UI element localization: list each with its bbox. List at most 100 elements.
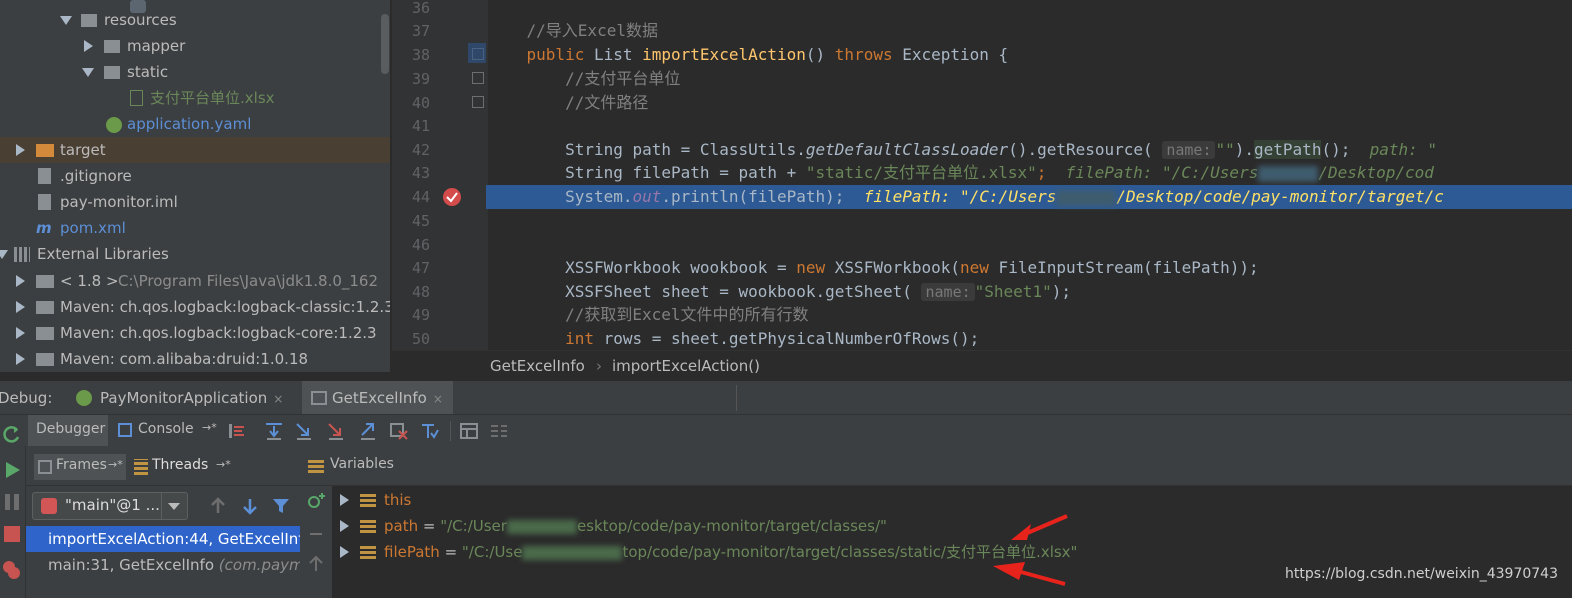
tab-pay-monitor-application[interactable]: PayMonitorApplication × — [70, 381, 293, 415]
keyword: new — [796, 258, 826, 277]
collapse-arrow-icon[interactable] — [16, 301, 25, 313]
close-icon[interactable]: × — [433, 392, 443, 406]
tree-item-application-yaml[interactable]: application.yaml — [0, 111, 390, 137]
tree-item-library[interactable]: Maven: com.alibaba:druid:1.0.18 — [0, 346, 390, 372]
drop-frame-icon[interactable] — [389, 421, 409, 441]
folder-icon — [104, 40, 120, 53]
line-number: 49 — [411, 306, 430, 324]
thread-selector[interactable]: "main"@1 ... — [32, 492, 188, 520]
frame-label: importExcelAction:44, GetExcelInfo — [48, 530, 300, 548]
move-up-icon[interactable] — [306, 554, 326, 574]
step-out-icon[interactable] — [358, 421, 378, 441]
rerun-icon[interactable] — [2, 424, 22, 444]
close-icon[interactable]: × — [273, 392, 283, 406]
tree-item-static[interactable]: static — [0, 59, 390, 85]
frame-label: main:31, GetExcelInfo — [48, 556, 215, 574]
tree-item-iml[interactable]: pay-monitor.iml — [0, 189, 390, 215]
variable-value: "/C:/Use — [461, 543, 523, 561]
tree-item-target[interactable]: target — [0, 137, 390, 163]
pin-icon: →* — [216, 458, 231, 471]
tree-item-library[interactable]: Maven: ch.qos.logback:logback-core:1.2.3 — [0, 320, 390, 346]
expand-arrow-icon[interactable] — [60, 16, 72, 25]
frames-icon — [38, 460, 52, 474]
line-number: 45 — [411, 212, 430, 230]
code-line-39: //支付平台单位 — [488, 67, 1572, 91]
code-line-38: public List importExcelAction() throws E… — [488, 43, 1572, 67]
expand-arrow-icon[interactable] — [340, 494, 349, 506]
resume-icon[interactable] — [2, 460, 22, 480]
tree-item-resources[interactable]: resources — [0, 7, 390, 33]
redacted-blur — [1056, 189, 1117, 206]
trace-icon[interactable] — [489, 421, 509, 441]
spring-boot-icon — [76, 390, 92, 406]
arrow-up-icon[interactable] — [208, 496, 228, 516]
collapse-arrow-icon[interactable] — [16, 327, 25, 339]
collapse-arrow-icon[interactable] — [84, 40, 93, 52]
code-editor[interactable]: //导入Excel数据 public List importExcelActio… — [488, 0, 1572, 350]
tree-item-external-libraries[interactable]: External Libraries — [0, 241, 390, 267]
step-into-icon[interactable] — [294, 421, 314, 441]
expand-arrow-icon[interactable] — [0, 250, 8, 259]
debug-marker — [468, 43, 486, 63]
expand-arrow-icon[interactable] — [340, 546, 349, 558]
evaluate-expression-icon[interactable] — [459, 421, 479, 441]
code-comment: //获取到Excel文件中的所有行数 — [565, 305, 809, 324]
code-line-48: XSSFSheet sheet = wookbook.getSheet( nam… — [488, 280, 1572, 304]
tree-item-jdk[interactable]: < 1.8 > C:\Program Files\Java\jdk1.8.0_1… — [0, 268, 390, 294]
force-step-into-icon[interactable] — [326, 421, 346, 441]
panel-title: Variables — [330, 456, 394, 472]
pause-icon[interactable] — [2, 492, 22, 512]
folder-icon — [81, 14, 97, 27]
tree-item-gitignore[interactable]: .gitignore — [0, 163, 390, 189]
breakpoint-icon[interactable] — [443, 188, 461, 206]
frame-item[interactable]: importExcelAction:44, GetExcelInfo — [26, 526, 300, 552]
stop-icon[interactable] — [2, 524, 22, 544]
field-icon — [360, 494, 376, 507]
code-text: ; — [1036, 163, 1047, 182]
arrow-down-icon[interactable] — [240, 496, 260, 516]
show-execution-point-icon[interactable] — [226, 421, 246, 441]
collapse-arrow-icon[interactable] — [16, 275, 25, 287]
thread-selected-value: "main"@1 ... — [65, 496, 160, 514]
new-watch-icon[interactable] — [306, 492, 326, 512]
equals-sign: = — [418, 517, 441, 535]
annotation-arrows — [993, 514, 1068, 586]
app-icon — [311, 391, 327, 405]
frame-item[interactable]: main:31, GetExcelInfo (com.payme — [26, 552, 300, 578]
jdk-icon — [36, 275, 54, 288]
tree-item-mapper[interactable]: mapper — [0, 33, 390, 59]
tree-item-pom[interactable]: m pom.xml — [0, 215, 390, 241]
inline-value-hint: filePath: "/C:/Users — [863, 187, 1057, 206]
tab-console[interactable]: Console →* — [112, 415, 222, 446]
tab-get-excel-info[interactable]: GetExcelInfo × — [302, 381, 453, 415]
collapse-arrow-icon[interactable] — [16, 353, 25, 365]
code-text: String path = ClassUtils. — [565, 140, 806, 159]
fold-marker-icon[interactable] — [472, 72, 484, 84]
tab-frames[interactable]: Frames →* — [34, 454, 126, 480]
expand-arrow-icon[interactable] — [82, 68, 94, 77]
tab-label: Threads — [152, 457, 209, 473]
tree-item-label: pom.xml — [60, 219, 126, 237]
line-number: 46 — [411, 236, 430, 254]
filter-icon[interactable] — [271, 496, 291, 516]
breadcrumb-method[interactable]: importExcelAction() — [612, 351, 760, 381]
view-breakpoints-icon[interactable] — [2, 560, 22, 580]
collapse-arrow-icon[interactable] — [16, 144, 25, 156]
tree-item-xlsx[interactable]: 支付平台单位.xlsx — [0, 85, 390, 111]
code-text: String filePath = path + — [565, 163, 806, 182]
project-scrollbar[interactable] — [381, 14, 389, 74]
run-to-cursor-icon[interactable] — [420, 421, 440, 441]
variables-side-toolbar — [300, 486, 332, 598]
step-over-icon[interactable] — [264, 421, 284, 441]
fold-marker-icon[interactable] — [472, 96, 484, 108]
tree-item-library[interactable]: Maven: ch.qos.logback:logback-classic:1.… — [0, 294, 390, 320]
line-number: 41 — [411, 117, 430, 135]
debug-label: Debug: — [0, 389, 53, 407]
tab-threads[interactable]: Threads →* — [132, 454, 231, 480]
breadcrumb-class[interactable]: GetExcelInfo — [490, 351, 585, 381]
tab-debugger[interactable]: Debugger — [28, 415, 108, 446]
module-file-icon — [38, 194, 51, 210]
keyword: new — [960, 258, 989, 277]
remove-watch-icon[interactable] — [306, 524, 326, 544]
expand-arrow-icon[interactable] — [340, 520, 349, 532]
